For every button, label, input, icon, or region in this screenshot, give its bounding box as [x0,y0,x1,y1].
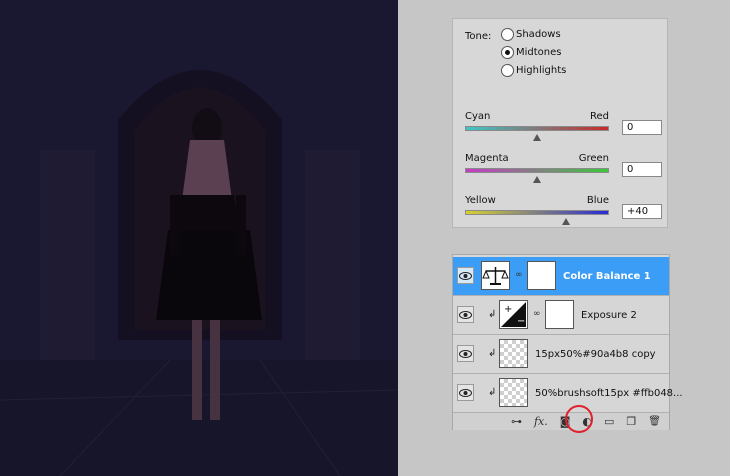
link-layers-icon[interactable]: ⊶ [511,415,522,428]
radio-icon[interactable] [501,28,514,41]
visibility-eye-icon[interactable] [457,384,474,401]
layer-name[interactable]: Exposure 2 [581,310,637,321]
layer-row-exposure[interactable]: ↲ + − ∞ Exposure 2 [453,296,669,335]
slider-yellow-blue: Yellow Blue +40 [465,195,662,235]
tone-radio-shadows[interactable]: Shadows [501,28,561,41]
layer-name[interactable]: 15px50%#90a4b8 copy [535,349,656,360]
slider-value-input[interactable]: +40 [622,204,662,219]
slider-left-label: Cyan [465,111,491,122]
svg-text:+: + [504,304,512,315]
radio-checked-icon[interactable] [501,46,514,59]
balance-scale-icon [481,261,510,290]
layer-name[interactable]: 50%brushsoft15px #ffb048... [535,388,683,399]
canvas-photo [0,0,398,476]
slider-right-label: Green [578,153,609,164]
fx-icon[interactable]: fx. [534,415,548,428]
trash-icon[interactable]: 🗑 [648,416,661,428]
exposure-icon: + − [499,300,528,329]
layer-mask-thumbnail[interactable] [527,261,556,290]
tone-label: Tone: [465,31,492,42]
tone-midtones-label: Midtones [516,47,562,58]
color-balance-panel: Tone: Shadows Midtones Highlights Cyan R… [452,18,668,228]
layer-mask-thumbnail[interactable] [545,300,574,329]
visibility-eye-icon[interactable] [457,306,474,323]
layers-panel: ∞ Color Balance 1 ↲ + − ∞ Exposure 2 ↲ 1… [452,254,683,433]
slider-right-label: Blue [586,195,609,206]
slider-left-label: Yellow [465,195,496,206]
group-folder-icon[interactable]: ▭ [604,415,614,428]
slider-left-label: Magenta [465,153,509,164]
tone-highlights-label: Highlights [516,65,567,76]
clipping-arrow-icon: ↲ [488,309,497,320]
photo-illustration [0,0,398,476]
layer-row-50brushsoft[interactable]: ↲ 50%brushsoft15px #ffb048... [453,374,683,413]
layers-toolbar: ⊶ fx. ◙ ◐ ▭ ❐ 🗑 [453,413,669,430]
tone-shadows-label: Shadows [516,29,561,40]
mask-link-icon[interactable]: ∞ [533,309,541,319]
transparent-layer-thumbnail [499,339,528,368]
slider-magenta-green: Magenta Green 0 [465,153,662,193]
slider-right-label: Red [590,111,609,122]
highlight-circle-annotation [565,405,593,433]
visibility-eye-icon[interactable] [457,267,474,284]
visibility-eye-icon[interactable] [457,345,474,362]
radio-icon[interactable] [501,64,514,77]
layer-row-15px50-copy[interactable]: ↲ 15px50%#90a4b8 copy [453,335,669,374]
slider-value-input[interactable]: 0 [622,162,662,177]
slider-track[interactable] [465,168,609,173]
slider-value-input[interactable]: 0 [622,120,662,135]
slider-thumb-icon[interactable] [533,134,541,141]
transparent-layer-thumbnail [499,378,528,407]
layer-name[interactable]: Color Balance 1 [563,271,651,282]
slider-track[interactable] [465,126,609,131]
slider-track[interactable] [465,210,609,215]
clipping-arrow-icon: ↲ [488,387,497,398]
layer-row-color-balance[interactable]: ∞ Color Balance 1 [453,257,669,296]
svg-text:−: − [517,316,525,327]
slider-cyan-red: Cyan Red 0 [465,111,662,151]
tone-radio-highlights[interactable]: Highlights [501,64,566,77]
mask-link-icon[interactable]: ∞ [515,270,523,280]
slider-thumb-icon[interactable] [561,218,570,225]
tone-radio-midtones[interactable]: Midtones [501,46,562,59]
slider-thumb-icon[interactable] [533,176,541,183]
clipping-arrow-icon: ↲ [488,348,497,359]
new-layer-icon[interactable]: ❐ [626,415,636,428]
